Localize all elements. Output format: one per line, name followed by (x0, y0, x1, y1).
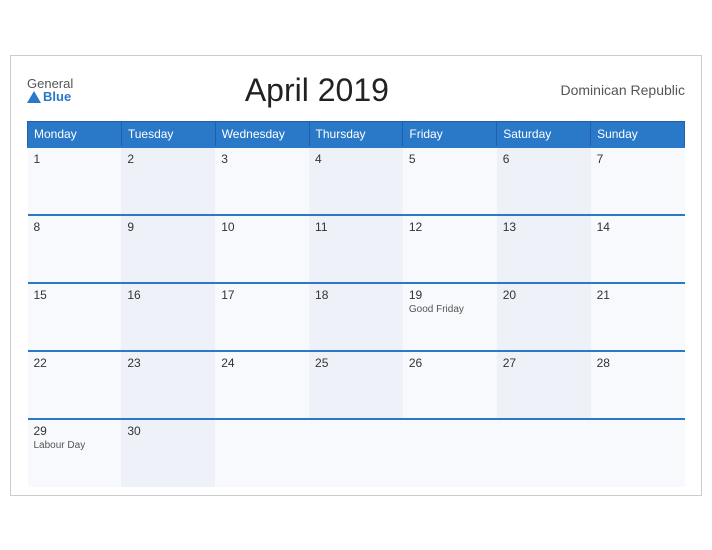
day-number: 10 (221, 220, 303, 234)
day-cell: 1 (28, 147, 122, 215)
calendar-table: Monday Tuesday Wednesday Thursday Friday… (27, 121, 685, 487)
day-number: 17 (221, 288, 303, 302)
day-cell: 8 (28, 215, 122, 283)
day-number: 23 (127, 356, 209, 370)
day-number: 13 (503, 220, 585, 234)
day-event: Labour Day (34, 440, 116, 451)
week-row-3: 15 16 17 18 19 Good Friday 20 21 (28, 283, 685, 351)
day-number: 30 (127, 424, 209, 438)
week-row-5: 29 Labour Day 30 (28, 419, 685, 487)
header-wednesday: Wednesday (215, 121, 309, 147)
day-number: 12 (409, 220, 491, 234)
day-cell: 30 (121, 419, 215, 487)
day-cell (591, 419, 685, 487)
week-row-2: 89 10 11 12 13 14 (28, 215, 685, 283)
day-cell: 11 (309, 215, 403, 283)
day-cell: 6 (497, 147, 591, 215)
day-number: 7 (597, 152, 679, 166)
day-number: 20 (503, 288, 585, 302)
day-cell: 2 (121, 147, 215, 215)
day-number: 1 (34, 152, 116, 166)
day-cell: 22 (28, 351, 122, 419)
day-cell: 26 (403, 351, 497, 419)
day-cell: 28 (591, 351, 685, 419)
header-saturday: Saturday (497, 121, 591, 147)
day-cell: 4 (309, 147, 403, 215)
day-number: 27 (503, 356, 585, 370)
calendar-body: 12345678910111213141516171819Good Friday… (28, 147, 685, 487)
day-number: 2 (127, 152, 209, 166)
day-number: 3 (221, 152, 303, 166)
day-cell: 24 (215, 351, 309, 419)
day-number: 5 (409, 152, 491, 166)
day-cell: 13 (497, 215, 591, 283)
calendar-country: Dominican Republic (560, 82, 685, 98)
day-cell: 29 Labour Day (28, 419, 122, 487)
day-cell (403, 419, 497, 487)
day-number: 16 (127, 288, 209, 302)
calendar-container: General Blue April 2019 Dominican Republ… (10, 55, 702, 496)
logo: General Blue (27, 77, 73, 103)
day-number: 14 (597, 220, 679, 234)
week-row-1: 1234567 (28, 147, 685, 215)
day-cell (497, 419, 591, 487)
day-cell (215, 419, 309, 487)
day-cell: 19 Good Friday (403, 283, 497, 351)
day-cell: 17 (215, 283, 309, 351)
day-cell: 5 (403, 147, 497, 215)
week-row-4: 22 23 24 25 26 27 28 (28, 351, 685, 419)
day-cell: 23 (121, 351, 215, 419)
day-number: 22 (34, 356, 116, 370)
day-cell: 18 (309, 283, 403, 351)
weekday-header-row: Monday Tuesday Wednesday Thursday Friday… (28, 121, 685, 147)
day-number: 6 (503, 152, 585, 166)
calendar-header: General Blue April 2019 Dominican Republ… (27, 72, 685, 109)
day-event: Good Friday (409, 304, 491, 315)
day-cell: 20 (497, 283, 591, 351)
header-friday: Friday (403, 121, 497, 147)
day-cell: 25 (309, 351, 403, 419)
day-number: 11 (315, 220, 397, 234)
day-number: 29 (34, 424, 116, 438)
day-number: 8 (34, 220, 116, 234)
day-number: 25 (315, 356, 397, 370)
day-cell: 10 (215, 215, 309, 283)
day-number: 18 (315, 288, 397, 302)
day-number: 9 (127, 220, 209, 234)
day-number: 24 (221, 356, 303, 370)
day-cell: 27 (497, 351, 591, 419)
calendar-title: April 2019 (73, 72, 560, 109)
day-cell: 3 (215, 147, 309, 215)
logo-blue-text: Blue (27, 90, 71, 103)
day-number: 15 (34, 288, 116, 302)
header-sunday: Sunday (591, 121, 685, 147)
logo-triangle-icon (27, 91, 41, 103)
day-number: 19 (409, 288, 491, 302)
day-cell (309, 419, 403, 487)
day-number: 26 (409, 356, 491, 370)
day-cell: 15 (28, 283, 122, 351)
day-cell: 16 (121, 283, 215, 351)
header-tuesday: Tuesday (121, 121, 215, 147)
day-number: 4 (315, 152, 397, 166)
header-monday: Monday (28, 121, 122, 147)
day-cell: 14 (591, 215, 685, 283)
day-cell: 9 (121, 215, 215, 283)
day-cell: 12 (403, 215, 497, 283)
header-thursday: Thursday (309, 121, 403, 147)
day-number: 28 (597, 356, 679, 370)
day-cell: 7 (591, 147, 685, 215)
day-number: 21 (597, 288, 679, 302)
day-cell: 21 (591, 283, 685, 351)
